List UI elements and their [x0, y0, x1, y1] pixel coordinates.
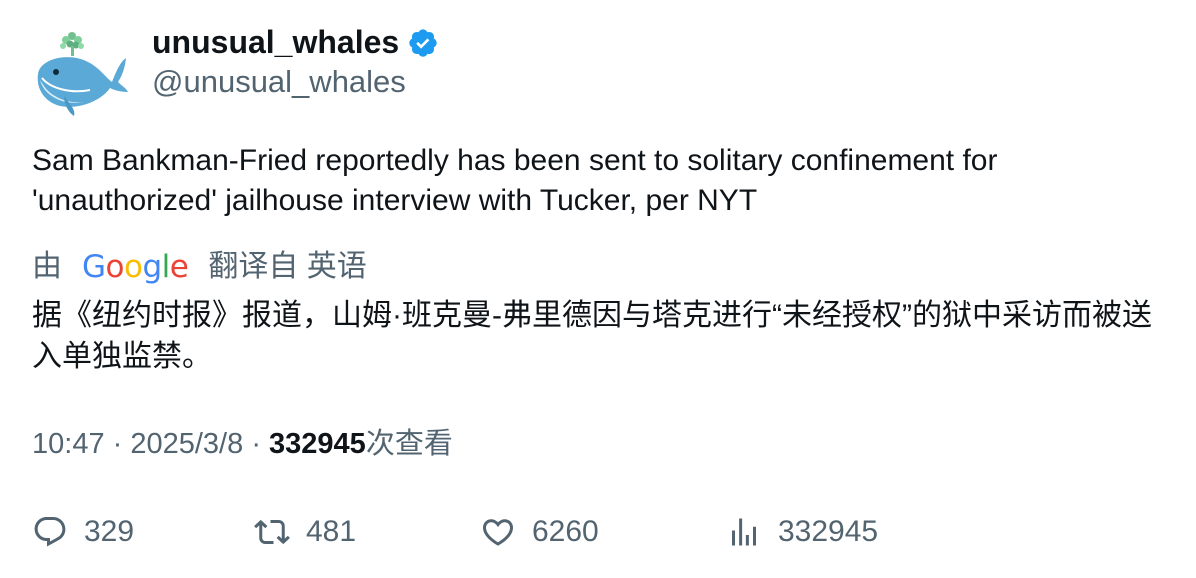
tweet-actions: 329 481 6260 332945: [32, 510, 1172, 554]
avatar[interactable]: [30, 22, 130, 122]
whale-logo-icon: [37, 32, 128, 116]
views-suffix: 次查看: [365, 428, 453, 460]
views-button[interactable]: 332945: [726, 510, 878, 554]
retweet-count: 481: [306, 515, 357, 548]
like-count: 6260: [532, 515, 599, 548]
retweet-button[interactable]: 481: [254, 510, 356, 554]
translated-tweet-text: 据《纽约时报》报道，山姆·班克曼-弗里德因与塔克进行“未经授权”的狱中采访而被送…: [32, 299, 1152, 373]
tweet-meta: 10:47 · 2025/3/8 · 332945次查看: [32, 424, 453, 464]
analytics-icon: [732, 518, 756, 546]
views-count: 332945: [269, 428, 366, 460]
translation-attribution[interactable]: 由 Google 翻译自 英语: [32, 245, 367, 289]
reply-button[interactable]: 329: [32, 510, 134, 554]
views-action-count: 332945: [778, 515, 879, 548]
author-handle[interactable]: @unusual_whales: [152, 62, 406, 102]
verified-badge-icon: [409, 29, 437, 57]
reply-count: 329: [84, 515, 135, 548]
meta-separator: ·: [251, 428, 270, 460]
heart-icon: [482, 519, 514, 546]
meta-separator: ·: [112, 428, 131, 460]
retweet-icon: [254, 519, 290, 545]
author-name-row[interactable]: unusual_whales: [152, 22, 439, 62]
translation-prefix: 由: [32, 250, 62, 283]
tweet-text: Sam Bankman-Fried reportedly has been se…: [32, 144, 998, 217]
google-logo-icon: Google: [82, 249, 189, 285]
reply-icon: [34, 517, 66, 547]
like-button[interactable]: 6260: [480, 510, 599, 554]
tweet-date[interactable]: 2025/3/8: [130, 428, 243, 460]
tweet-time[interactable]: 10:47: [32, 428, 105, 460]
author-display-name[interactable]: unusual_whales: [152, 22, 399, 62]
translation-suffix: 翻译自 英语: [208, 250, 367, 283]
